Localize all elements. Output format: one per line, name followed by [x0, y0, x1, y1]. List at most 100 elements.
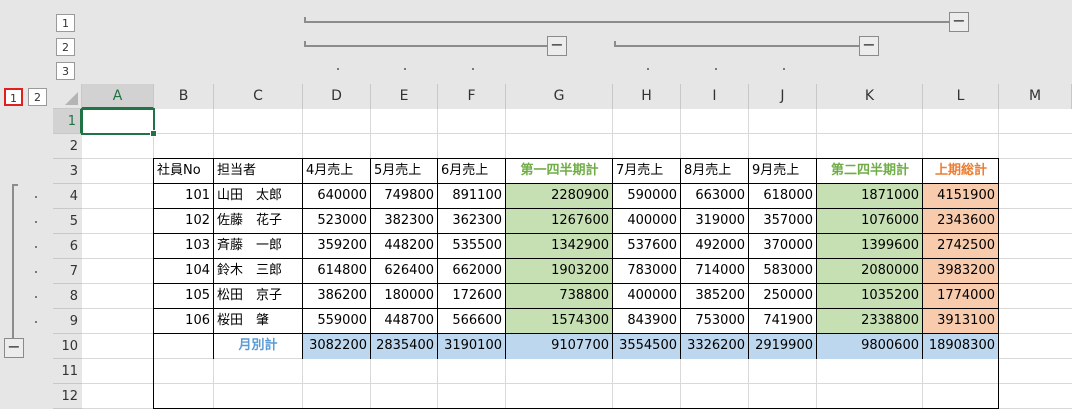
cell-half-total[interactable]: 4151900	[923, 184, 999, 209]
total-cell-apr[interactable]: 3082200	[303, 334, 371, 359]
column-header-L[interactable]: L	[923, 84, 999, 109]
cell-jul[interactable]: 400000	[613, 284, 681, 309]
cell-employee-no[interactable]: 102	[154, 209, 214, 234]
total-cell-may[interactable]: 2835400	[371, 334, 438, 359]
cell-person[interactable]: 佐藤 花子	[214, 209, 303, 234]
cell-aug[interactable]: 492000	[681, 234, 749, 259]
row-header-2[interactable]: 2	[53, 134, 82, 159]
cell-q2-total[interactable]: 1035200	[817, 284, 923, 309]
column-header-D[interactable]: D	[303, 84, 371, 109]
cell-jun[interactable]: 535500	[438, 234, 506, 259]
worksheet-grid[interactable]: 社員No 担当者 4月売上 5月売上 6月売上 第一四半期計 7月売上 8月売上…	[81, 108, 1072, 409]
header-cell-jul[interactable]: 7月売上	[613, 159, 681, 184]
cell-jun[interactable]: 172600	[438, 284, 506, 309]
cell-employee-no[interactable]: 104	[154, 259, 214, 284]
cell-employee-no[interactable]: 101	[154, 184, 214, 209]
header-cell-may[interactable]: 5月売上	[371, 159, 438, 184]
total-label-cell[interactable]: 月別計	[214, 334, 303, 359]
column-header-B[interactable]: B	[154, 84, 214, 109]
row-outline-level-2-button[interactable]: 2	[28, 88, 47, 106]
column-header-J[interactable]: J	[749, 84, 817, 109]
row-header-4[interactable]: 4	[53, 184, 82, 209]
cell-aug[interactable]: 663000	[681, 184, 749, 209]
cell-apr[interactable]: 386200	[303, 284, 371, 309]
cell-half-total[interactable]: 3983200	[923, 259, 999, 284]
cell-q1-total[interactable]: 1574300	[506, 309, 613, 334]
cell-jul[interactable]: 843900	[613, 309, 681, 334]
column-header-H[interactable]: H	[613, 84, 681, 109]
cell-person[interactable]: 鈴木 三郎	[214, 259, 303, 284]
row-header-5[interactable]: 5	[53, 209, 82, 234]
column-header-F[interactable]: F	[438, 84, 506, 109]
cell-aug[interactable]: 319000	[681, 209, 749, 234]
header-cell-half-total[interactable]: 上期総計	[923, 159, 999, 184]
total-cell-employee-no[interactable]	[154, 334, 214, 359]
cell-may[interactable]: 180000	[371, 284, 438, 309]
header-cell-q1-total[interactable]: 第一四半期計	[506, 159, 613, 184]
fill-handle[interactable]	[150, 130, 157, 137]
cell-person[interactable]: 山田 太郎	[214, 184, 303, 209]
cell-apr[interactable]: 640000	[303, 184, 371, 209]
active-cell-A1[interactable]	[81, 108, 157, 137]
row-outline-level-1-button[interactable]: 1	[4, 88, 23, 106]
cell-jun[interactable]: 362300	[438, 209, 506, 234]
cell-sep[interactable]: 250000	[749, 284, 817, 309]
cell-person[interactable]: 桜田 肇	[214, 309, 303, 334]
cell-half-total[interactable]: 3913100	[923, 309, 999, 334]
collapse-column-group-button[interactable]: −	[949, 12, 969, 32]
cell-may[interactable]: 448700	[371, 309, 438, 334]
col-outline-level-3-button[interactable]: 3	[56, 62, 75, 80]
col-outline-level-2-button[interactable]: 2	[56, 38, 75, 56]
cell-employee-no[interactable]: 106	[154, 309, 214, 334]
row-header-3[interactable]: 3	[53, 159, 82, 184]
column-header-I[interactable]: I	[681, 84, 749, 109]
cell-may[interactable]: 382300	[371, 209, 438, 234]
row-header-6[interactable]: 6	[53, 234, 82, 259]
cell-sep[interactable]: 741900	[749, 309, 817, 334]
cell-sep[interactable]: 618000	[749, 184, 817, 209]
cell-jun[interactable]: 566600	[438, 309, 506, 334]
cell-half-total[interactable]: 1774000	[923, 284, 999, 309]
total-cell-q1-total[interactable]: 9107700	[506, 334, 613, 359]
cell-apr[interactable]: 359200	[303, 234, 371, 259]
cell-aug[interactable]: 714000	[681, 259, 749, 284]
cell-may[interactable]: 448200	[371, 234, 438, 259]
cell-half-total[interactable]: 2343600	[923, 209, 999, 234]
collapse-q1-group-button[interactable]: −	[547, 36, 567, 56]
total-cell-jul[interactable]: 3554500	[613, 334, 681, 359]
cell-apr[interactable]: 559000	[303, 309, 371, 334]
row-header-12[interactable]: 12	[53, 384, 82, 409]
column-header-E[interactable]: E	[371, 84, 438, 109]
total-cell-half-total[interactable]: 18908300	[923, 334, 999, 359]
cell-sep[interactable]: 370000	[749, 234, 817, 259]
row-header-11[interactable]: 11	[53, 359, 82, 384]
header-cell-employee-no[interactable]: 社員No	[154, 159, 214, 184]
header-cell-apr[interactable]: 4月売上	[303, 159, 371, 184]
cell-may[interactable]: 749800	[371, 184, 438, 209]
header-cell-person[interactable]: 担当者	[214, 159, 303, 184]
column-header-K[interactable]: K	[817, 84, 923, 109]
row-header-10[interactable]: 10	[53, 334, 82, 359]
cell-employee-no[interactable]: 103	[154, 234, 214, 259]
col-outline-level-1-button[interactable]: 1	[56, 14, 75, 32]
column-header-C[interactable]: C	[214, 84, 303, 109]
total-cell-jun[interactable]: 3190100	[438, 334, 506, 359]
cell-q2-total[interactable]: 2080000	[817, 259, 923, 284]
cell-q1-total[interactable]: 2280900	[506, 184, 613, 209]
header-cell-sep[interactable]: 9月売上	[749, 159, 817, 184]
cell-apr[interactable]: 614800	[303, 259, 371, 284]
column-header-M[interactable]: M	[999, 84, 1072, 109]
total-cell-q2-total[interactable]: 9800600	[817, 334, 923, 359]
row-header-9[interactable]: 9	[53, 309, 82, 334]
cell-aug[interactable]: 385200	[681, 284, 749, 309]
column-header-A[interactable]: A	[82, 84, 154, 109]
cell-q1-total[interactable]: 738800	[506, 284, 613, 309]
cell-jul[interactable]: 590000	[613, 184, 681, 209]
cell-jun[interactable]: 662000	[438, 259, 506, 284]
header-cell-q2-total[interactable]: 第二四半期計	[817, 159, 923, 184]
row-header-8[interactable]: 8	[53, 284, 82, 309]
cell-apr[interactable]: 523000	[303, 209, 371, 234]
cell-sep[interactable]: 583000	[749, 259, 817, 284]
cell-q2-total[interactable]: 1399600	[817, 234, 923, 259]
cell-jul[interactable]: 537600	[613, 234, 681, 259]
